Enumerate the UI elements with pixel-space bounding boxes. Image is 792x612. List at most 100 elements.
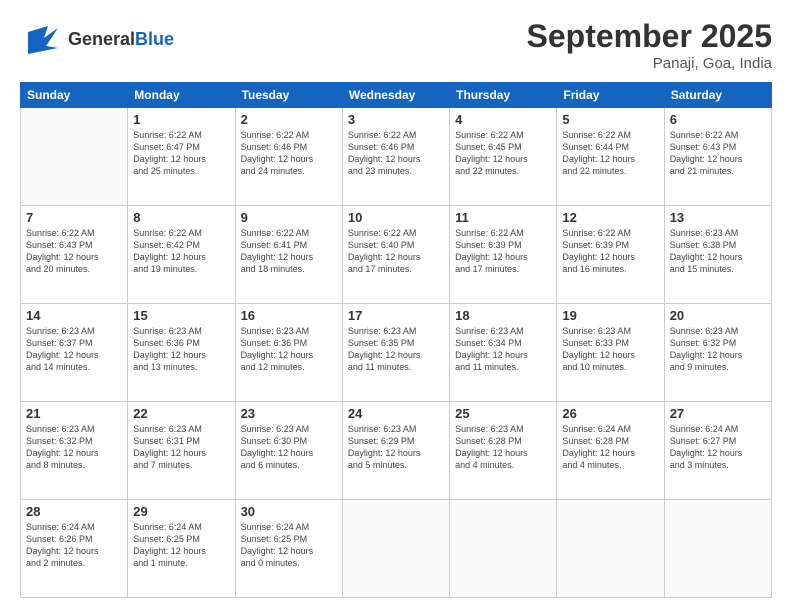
day-number: 12 — [562, 210, 658, 225]
calendar-cell: 26 Sunrise: 6:24 AM Sunset: 6:28 PM Dayli… — [557, 402, 664, 500]
cell-info: Sunrise: 6:23 AM Sunset: 6:35 PM Dayligh… — [348, 325, 444, 374]
calendar-header-row: Sunday Monday Tuesday Wednesday Thursday… — [21, 83, 772, 108]
day-number: 24 — [348, 406, 444, 421]
day-number: 4 — [455, 112, 551, 127]
calendar-cell: 19 Sunrise: 6:23 AM Sunset: 6:33 PM Dayli… — [557, 304, 664, 402]
cell-info: Sunrise: 6:22 AM Sunset: 6:39 PM Dayligh… — [455, 227, 551, 276]
calendar-cell: 10 Sunrise: 6:22 AM Sunset: 6:40 PM Dayli… — [342, 206, 449, 304]
day-number: 14 — [26, 308, 122, 323]
day-number: 23 — [241, 406, 337, 421]
calendar-cell: 17 Sunrise: 6:23 AM Sunset: 6:35 PM Dayli… — [342, 304, 449, 402]
cell-info: Sunrise: 6:24 AM Sunset: 6:26 PM Dayligh… — [26, 521, 122, 570]
col-sunday: Sunday — [21, 83, 128, 108]
day-number: 17 — [348, 308, 444, 323]
month-title: September 2025 — [527, 18, 772, 55]
page: GeneralBlue September 2025 Panaji, Goa, … — [0, 0, 792, 612]
logo-icon — [20, 18, 64, 62]
calendar-cell: 20 Sunrise: 6:23 AM Sunset: 6:32 PM Dayli… — [664, 304, 771, 402]
cell-info: Sunrise: 6:22 AM Sunset: 6:41 PM Dayligh… — [241, 227, 337, 276]
location: Panaji, Goa, India — [527, 55, 772, 72]
col-monday: Monday — [128, 83, 235, 108]
header: GeneralBlue September 2025 Panaji, Goa, … — [20, 18, 772, 72]
calendar-cell: 28 Sunrise: 6:24 AM Sunset: 6:26 PM Dayli… — [21, 500, 128, 598]
calendar-cell — [557, 500, 664, 598]
cell-info: Sunrise: 6:23 AM Sunset: 6:36 PM Dayligh… — [133, 325, 229, 374]
calendar-cell: 12 Sunrise: 6:22 AM Sunset: 6:39 PM Dayli… — [557, 206, 664, 304]
col-wednesday: Wednesday — [342, 83, 449, 108]
cell-info: Sunrise: 6:23 AM Sunset: 6:32 PM Dayligh… — [26, 423, 122, 472]
logo: GeneralBlue — [20, 18, 174, 62]
cell-info: Sunrise: 6:24 AM Sunset: 6:25 PM Dayligh… — [133, 521, 229, 570]
col-saturday: Saturday — [664, 83, 771, 108]
calendar-cell: 29 Sunrise: 6:24 AM Sunset: 6:25 PM Dayli… — [128, 500, 235, 598]
cell-info: Sunrise: 6:22 AM Sunset: 6:44 PM Dayligh… — [562, 129, 658, 178]
day-number: 13 — [670, 210, 766, 225]
cell-info: Sunrise: 6:23 AM Sunset: 6:33 PM Dayligh… — [562, 325, 658, 374]
cell-info: Sunrise: 6:24 AM Sunset: 6:25 PM Dayligh… — [241, 521, 337, 570]
calendar-cell: 7 Sunrise: 6:22 AM Sunset: 6:43 PM Daylig… — [21, 206, 128, 304]
cell-info: Sunrise: 6:23 AM Sunset: 6:30 PM Dayligh… — [241, 423, 337, 472]
cell-info: Sunrise: 6:23 AM Sunset: 6:34 PM Dayligh… — [455, 325, 551, 374]
calendar-week-5: 28 Sunrise: 6:24 AM Sunset: 6:26 PM Dayli… — [21, 500, 772, 598]
day-number: 26 — [562, 406, 658, 421]
calendar-cell: 5Sunrise: 6:22 AM Sunset: 6:44 PM Daylig… — [557, 108, 664, 206]
calendar-week-3: 14Sunrise: 6:23 AM Sunset: 6:37 PM Dayli… — [21, 304, 772, 402]
day-number: 29 — [133, 504, 229, 519]
calendar-cell — [342, 500, 449, 598]
day-number: 16 — [241, 308, 337, 323]
day-number: 11 — [455, 210, 551, 225]
col-tuesday: Tuesday — [235, 83, 342, 108]
title-block: September 2025 Panaji, Goa, India — [527, 18, 772, 72]
calendar-cell: 15Sunrise: 6:23 AM Sunset: 6:36 PM Dayli… — [128, 304, 235, 402]
calendar-cell — [450, 500, 557, 598]
calendar-cell: 9 Sunrise: 6:22 AM Sunset: 6:41 PM Daylig… — [235, 206, 342, 304]
day-number: 2 — [241, 112, 337, 127]
day-number: 28 — [26, 504, 122, 519]
calendar-cell: 2 Sunrise: 6:22 AM Sunset: 6:46 PM Daylig… — [235, 108, 342, 206]
logo-text: GeneralBlue — [68, 30, 174, 50]
calendar-week-4: 21 Sunrise: 6:23 AM Sunset: 6:32 PM Dayli… — [21, 402, 772, 500]
day-number: 30 — [241, 504, 337, 519]
calendar-cell: 13 Sunrise: 6:23 AM Sunset: 6:38 PM Dayli… — [664, 206, 771, 304]
calendar-cell: 1Sunrise: 6:22 AM Sunset: 6:47 PM Daylig… — [128, 108, 235, 206]
cell-info: Sunrise: 6:22 AM Sunset: 6:39 PM Dayligh… — [562, 227, 658, 276]
cell-info: Sunrise: 6:23 AM Sunset: 6:29 PM Dayligh… — [348, 423, 444, 472]
cell-info: Sunrise: 6:22 AM Sunset: 6:43 PM Dayligh… — [670, 129, 766, 178]
day-number: 22 — [133, 406, 229, 421]
calendar-cell: 4Sunrise: 6:22 AM Sunset: 6:45 PM Daylig… — [450, 108, 557, 206]
cell-info: Sunrise: 6:23 AM Sunset: 6:32 PM Dayligh… — [670, 325, 766, 374]
cell-info: Sunrise: 6:23 AM Sunset: 6:31 PM Dayligh… — [133, 423, 229, 472]
day-number: 19 — [562, 308, 658, 323]
day-number: 21 — [26, 406, 122, 421]
day-number: 20 — [670, 308, 766, 323]
cell-info: Sunrise: 6:22 AM Sunset: 6:42 PM Dayligh… — [133, 227, 229, 276]
day-number: 18 — [455, 308, 551, 323]
calendar-cell — [21, 108, 128, 206]
cell-info: Sunrise: 6:24 AM Sunset: 6:27 PM Dayligh… — [670, 423, 766, 472]
calendar-week-2: 7 Sunrise: 6:22 AM Sunset: 6:43 PM Daylig… — [21, 206, 772, 304]
day-number: 3 — [348, 112, 444, 127]
calendar-cell: 24 Sunrise: 6:23 AM Sunset: 6:29 PM Dayli… — [342, 402, 449, 500]
cell-info: Sunrise: 6:22 AM Sunset: 6:40 PM Dayligh… — [348, 227, 444, 276]
calendar-cell: 18 Sunrise: 6:23 AM Sunset: 6:34 PM Dayli… — [450, 304, 557, 402]
cell-info: Sunrise: 6:22 AM Sunset: 6:46 PM Dayligh… — [241, 129, 337, 178]
calendar-cell: 30 Sunrise: 6:24 AM Sunset: 6:25 PM Dayli… — [235, 500, 342, 598]
day-number: 7 — [26, 210, 122, 225]
day-number: 10 — [348, 210, 444, 225]
col-thursday: Thursday — [450, 83, 557, 108]
calendar-cell: 16Sunrise: 6:23 AM Sunset: 6:36 PM Dayli… — [235, 304, 342, 402]
cell-info: Sunrise: 6:22 AM Sunset: 6:43 PM Dayligh… — [26, 227, 122, 276]
calendar-cell: 11 Sunrise: 6:22 AM Sunset: 6:39 PM Dayli… — [450, 206, 557, 304]
calendar-cell: 27Sunrise: 6:24 AM Sunset: 6:27 PM Dayli… — [664, 402, 771, 500]
cell-info: Sunrise: 6:23 AM Sunset: 6:38 PM Dayligh… — [670, 227, 766, 276]
calendar-table: Sunday Monday Tuesday Wednesday Thursday… — [20, 82, 772, 598]
calendar-cell: 3Sunrise: 6:22 AM Sunset: 6:46 PM Daylig… — [342, 108, 449, 206]
day-number: 6 — [670, 112, 766, 127]
cell-info: Sunrise: 6:22 AM Sunset: 6:47 PM Dayligh… — [133, 129, 229, 178]
cell-info: Sunrise: 6:23 AM Sunset: 6:28 PM Dayligh… — [455, 423, 551, 472]
day-number: 9 — [241, 210, 337, 225]
cell-info: Sunrise: 6:24 AM Sunset: 6:28 PM Dayligh… — [562, 423, 658, 472]
day-number: 8 — [133, 210, 229, 225]
calendar-week-1: 1Sunrise: 6:22 AM Sunset: 6:47 PM Daylig… — [21, 108, 772, 206]
calendar-cell — [664, 500, 771, 598]
